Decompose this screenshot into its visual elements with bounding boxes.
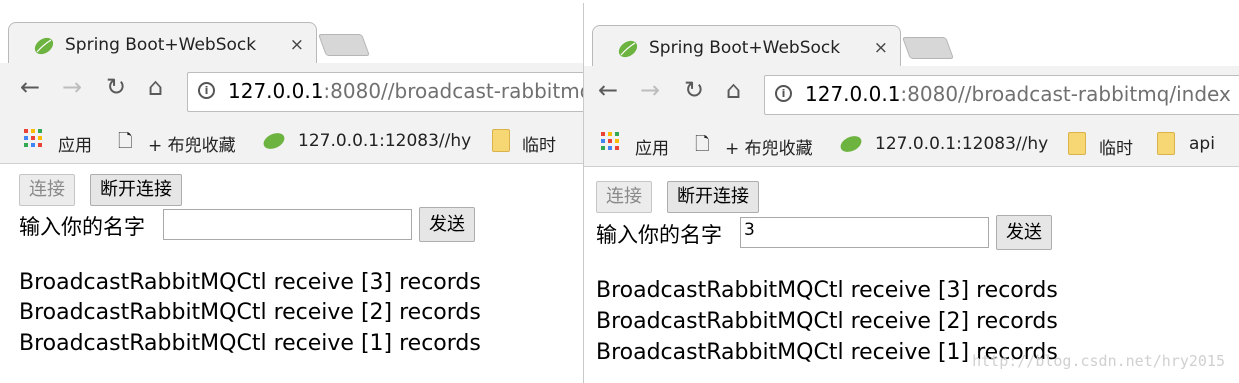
record-line: BroadcastRabbitMQCtl receive [3] records	[596, 278, 1058, 303]
record-line: BroadcastRabbitMQCtl receive [2] records	[596, 309, 1058, 334]
page-icon: 🗋	[118, 131, 133, 152]
home-icon[interactable]: ⌂	[726, 78, 741, 102]
arrow-right-icon[interactable]: →	[62, 75, 82, 99]
bookmark-collection[interactable]: + 布兜收藏	[725, 134, 813, 159]
url-path: :8080//broadcast-rabbitmq	[323, 79, 583, 103]
browser-window-left: Spring Boot+WebSock × ← → ↻ ⌂ i 127.0.0.…	[0, 0, 583, 380]
spring-leaf-icon	[34, 37, 54, 55]
record-line: BroadcastRabbitMQCtl receive [3] records	[19, 270, 481, 295]
bookmark-api[interactable]: api	[1189, 134, 1215, 154]
send-button[interactable]: 发送	[419, 207, 475, 242]
name-input[interactable]	[163, 209, 412, 240]
page-content: 连接 断开连接 输入你的名字 发送 BroadcastRabbitMQCtl r…	[0, 164, 583, 380]
url-path: :8080//broadcast-rabbitmq/index	[900, 82, 1231, 106]
arrow-left-icon[interactable]: ←	[20, 75, 40, 99]
send-button[interactable]: 发送	[996, 215, 1052, 250]
spring-leaf-icon	[618, 40, 638, 58]
browser-window-right: Spring Boot+WebSock × ← → ↻ ⌂ i 127.0.0.…	[583, 3, 1239, 383]
bookmark-apps[interactable]: 应用	[58, 131, 92, 156]
address-bar[interactable]: i 127.0.0.1:8080//broadcast-rabbitmq	[187, 72, 583, 112]
home-icon[interactable]: ⌂	[148, 75, 163, 99]
folder-icon	[1157, 132, 1175, 155]
new-tab-button[interactable]	[317, 34, 371, 56]
watermark: http://blog.csdn.net/hry2015	[972, 352, 1225, 370]
folder-icon	[1068, 132, 1086, 155]
tab-strip: Spring Boot+WebSock ×	[0, 0, 583, 67]
browser-toolbar: ← → ↻ ⌂ i 127.0.0.1:8080//broadcast-rabb…	[0, 63, 583, 164]
disconnect-button[interactable]: 断开连接	[90, 174, 182, 206]
bookmarks-bar: 应用 🗋 + 布兜收藏 127.0.0.1:12083//hy 临时	[0, 123, 583, 159]
close-tab-icon[interactable]: ×	[290, 35, 304, 55]
disconnect-button[interactable]: 断开连接	[667, 181, 759, 213]
page-icon: 🗋	[695, 134, 710, 155]
tab-strip: Spring Boot+WebSock ×	[584, 3, 1239, 70]
url-text: 127.0.0.1:8080//broadcast-rabbitmq/index	[805, 82, 1231, 106]
connect-button[interactable]: 连接	[596, 181, 652, 213]
spring-leaf-icon	[263, 133, 285, 149]
record-line: BroadcastRabbitMQCtl receive [2] records	[19, 300, 481, 325]
tab-title: Spring Boot+WebSock	[649, 38, 841, 58]
spring-leaf-icon	[840, 136, 862, 152]
connect-button[interactable]: 连接	[19, 174, 75, 206]
browser-tab[interactable]: Spring Boot+WebSock ×	[8, 22, 317, 67]
reload-icon[interactable]: ↻	[684, 78, 704, 102]
url-host: 127.0.0.1	[228, 79, 324, 103]
url-text: 127.0.0.1:8080//broadcast-rabbitmq	[228, 79, 583, 103]
folder-icon	[492, 129, 510, 152]
name-input[interactable]: 3	[740, 217, 989, 248]
name-prompt-label: 输入你的名字	[596, 223, 722, 247]
bookmarks-bar: 应用 🗋 + 布兜收藏 127.0.0.1:12083//hy 临时 api	[584, 126, 1239, 162]
info-icon[interactable]: i	[198, 82, 215, 99]
record-line: BroadcastRabbitMQCtl receive [1] records	[19, 331, 481, 356]
bookmark-collection[interactable]: + 布兜收藏	[148, 131, 236, 156]
arrow-right-icon[interactable]: →	[640, 78, 660, 102]
bookmark-apps[interactable]: 应用	[635, 134, 669, 159]
browser-toolbar: ← → ↻ ⌂ i 127.0.0.1:8080//broadcast-rabb…	[584, 66, 1239, 167]
address-bar[interactable]: i 127.0.0.1:8080//broadcast-rabbitmq/ind…	[764, 75, 1239, 115]
browser-tab[interactable]: Spring Boot+WebSock ×	[592, 25, 901, 70]
arrow-left-icon[interactable]: ←	[598, 78, 618, 102]
url-host: 127.0.0.1	[805, 82, 901, 106]
page-content: 连接 断开连接 输入你的名字 3 发送 BroadcastRabbitMQCtl…	[584, 167, 1239, 383]
close-tab-icon[interactable]: ×	[874, 38, 888, 58]
bookmark-localhost[interactable]: 127.0.0.1:12083//hy	[875, 134, 1048, 154]
bookmark-temp[interactable]: 临时	[522, 131, 556, 156]
name-prompt-label: 输入你的名字	[19, 215, 145, 239]
tab-title: Spring Boot+WebSock	[65, 35, 257, 55]
bookmark-temp[interactable]: 临时	[1099, 134, 1133, 159]
new-tab-button[interactable]	[901, 37, 955, 59]
info-icon[interactable]: i	[775, 85, 792, 102]
reload-icon[interactable]: ↻	[106, 75, 126, 99]
bookmark-localhost[interactable]: 127.0.0.1:12083//hy	[298, 131, 471, 151]
